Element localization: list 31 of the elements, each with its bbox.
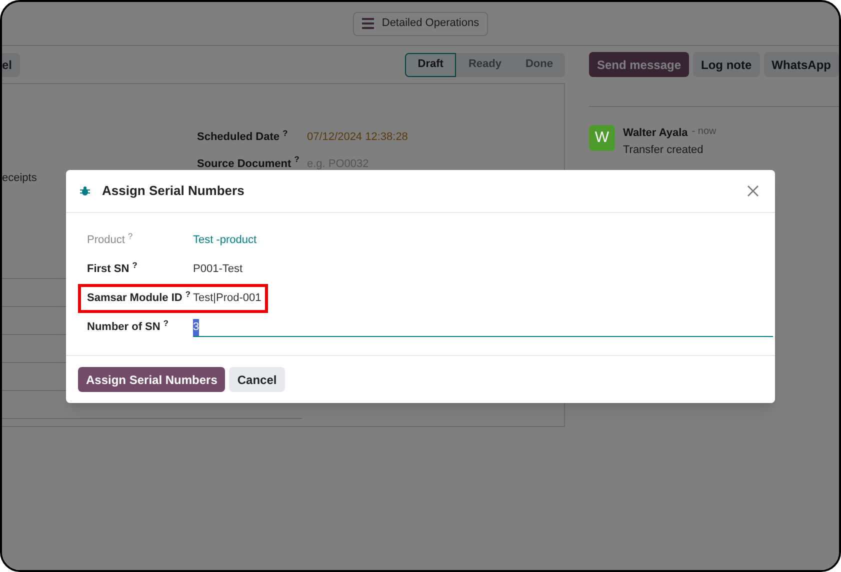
- assign-button[interactable]: Assign Serial Numbers: [78, 367, 226, 392]
- message-text: Transfer created: [622, 142, 704, 158]
- input-field[interactable]: 3: [193, 318, 773, 336]
- field-label: Product $^{?}$: [86, 232, 134, 248]
- stage-button[interactable]: Ready: [456, 52, 514, 76]
- field-label: Number of SN $^{?}$: [86, 319, 170, 336]
- message-time: - now: [692, 125, 716, 139]
- detailed-operations-button[interactable]: Detailed Operations: [352, 12, 488, 36]
- field-label: First SN $^{?}$: [86, 261, 138, 278]
- chatter-button[interactable]: Send message: [588, 52, 690, 77]
- field-value: P001-Test: [193, 262, 243, 278]
- chatter-button[interactable]: Log note: [693, 52, 760, 77]
- avatar: W: [588, 125, 615, 151]
- list-icon: [362, 18, 374, 29]
- cancel-button[interactable]: el: [2, 52, 20, 76]
- cancel-button[interactable]: Cancel: [229, 367, 285, 392]
- field-value: eceipts: [2, 172, 37, 184]
- bug-icon: [80, 186, 90, 196]
- field-label: Samsar Module ID $^{?}$: [86, 290, 192, 306]
- dialog-title: Assign Serial Numbers: [102, 182, 244, 200]
- close-button[interactable]: [745, 183, 761, 199]
- chatter-button[interactable]: WhatsApp: [764, 52, 839, 77]
- stage-button[interactable]: Draft: [404, 52, 456, 76]
- close-icon: [747, 185, 759, 197]
- product-link[interactable]: Test -product: [193, 232, 257, 249]
- field-label: Source Document $^{?}$: [197, 156, 300, 172]
- author-name: Walter Ayala: [622, 126, 688, 141]
- field-value: 07/12/2024 12:38:28: [307, 130, 408, 145]
- field-label: Scheduled Date $^{?}$: [197, 129, 289, 145]
- stage-button[interactable]: Done: [513, 52, 565, 76]
- field-value: Test|Prod-001: [193, 291, 262, 306]
